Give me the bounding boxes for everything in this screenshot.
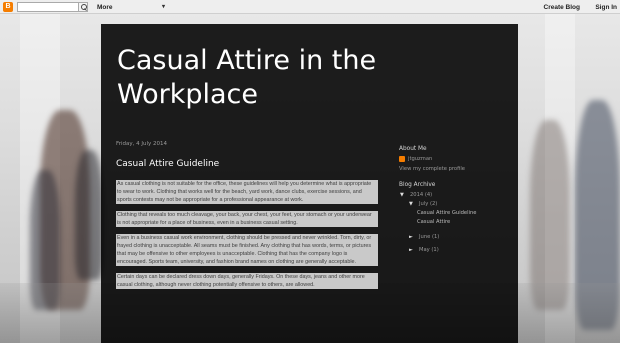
archive-label[interactable]: July (2) — [419, 201, 437, 207]
more-label: More — [97, 4, 113, 11]
sidebar: About Me jtguzman View my complete profi… — [399, 146, 514, 255]
archive-label[interactable]: 2014 (4) — [410, 192, 432, 198]
blogger-logo-icon[interactable]: B — [3, 2, 13, 12]
about-me-heading: About Me — [399, 146, 427, 152]
main-panel: Casual Attire in the Workplace Friday, 4… — [101, 24, 518, 343]
sign-in-link[interactable]: Sign In — [595, 3, 617, 12]
blogger-navbar: B More ▾ Create Blog Sign In — [0, 0, 620, 14]
archive-item-may[interactable]: ► May (1) — [399, 246, 514, 255]
blog-title[interactable]: Casual Attire in the Workplace — [117, 44, 437, 112]
triangle-down-icon[interactable]: ▼ — [409, 200, 413, 209]
profile-name-link[interactable]: jtguzman — [408, 156, 432, 162]
more-dropdown[interactable]: More ▾ — [97, 3, 167, 12]
search-icon[interactable] — [78, 2, 88, 12]
blogger-profile-icon — [399, 156, 405, 162]
archive-post-label[interactable]: Casual Attire Guideline — [417, 210, 476, 216]
chevron-down-icon: ▾ — [161, 4, 165, 10]
archive-item-july[interactable]: ▼ July (2) — [399, 200, 514, 209]
post-title[interactable]: Casual Attire Guideline — [116, 159, 219, 169]
archive-item-june[interactable]: ► June (1) — [399, 233, 514, 242]
triangle-right-icon[interactable]: ► — [409, 246, 413, 255]
post-paragraph: Even in a business casual work environme… — [116, 234, 378, 266]
post-paragraph: Clothing that reveals too much cleavage,… — [116, 211, 378, 227]
profile-row[interactable]: jtguzman — [399, 155, 514, 163]
blog-archive-heading: Blog Archive — [399, 182, 436, 188]
triangle-right-icon[interactable]: ► — [409, 233, 413, 242]
post-paragraph: As casual clothing is not suitable for t… — [116, 180, 378, 204]
triangle-down-icon[interactable]: ▼ — [400, 191, 404, 200]
archive-post-casual-attire-guideline[interactable]: Casual Attire Guideline — [399, 209, 514, 218]
archive-label[interactable]: May (1) — [419, 247, 439, 253]
create-blog-link[interactable]: Create Blog — [544, 3, 580, 12]
post-body: As casual clothing is not suitable for t… — [116, 180, 378, 296]
post-paragraph: Certain days can be declared dress down … — [116, 273, 378, 289]
archive-item-2014[interactable]: ▼ 2014 (4) — [399, 191, 514, 200]
view-profile-link[interactable]: View my complete profile — [399, 166, 514, 172]
post-date: Friday, 4 July 2014 — [116, 141, 168, 147]
archive-label[interactable]: June (1) — [419, 234, 439, 240]
archive-post-casual-attire[interactable]: Casual Attire — [399, 218, 514, 227]
archive-post-label[interactable]: Casual Attire — [417, 219, 450, 225]
